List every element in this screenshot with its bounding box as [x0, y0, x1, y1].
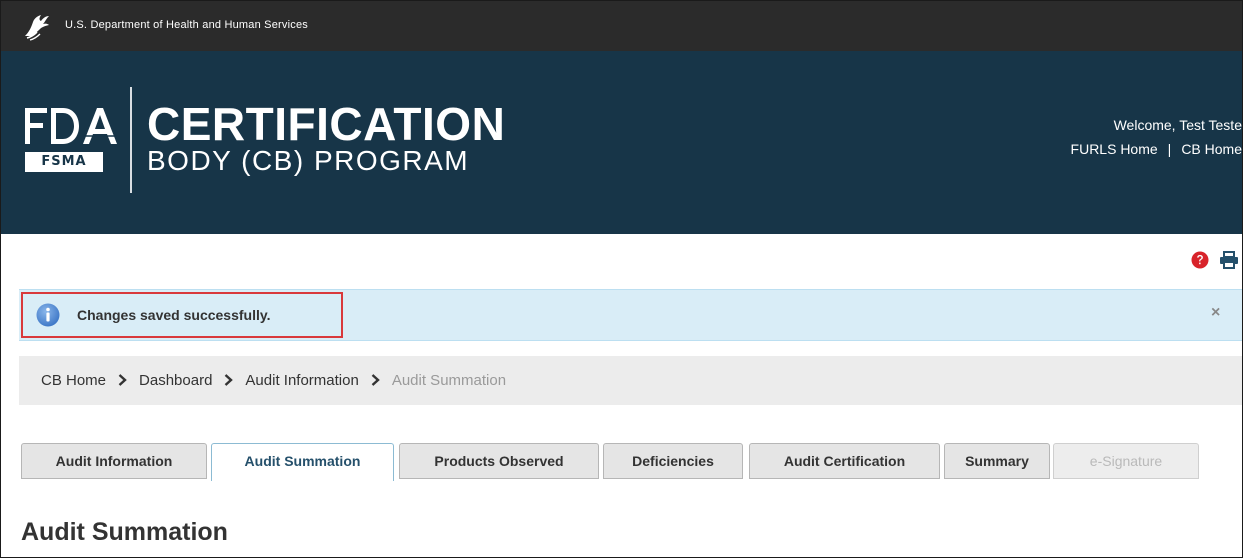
tab-audit-summation[interactable]: Audit Summation: [211, 443, 394, 481]
tab-products-observed[interactable]: Products Observed: [399, 443, 599, 479]
close-icon[interactable]: ×: [1211, 304, 1220, 322]
alert-message: Changes saved successfully.: [77, 307, 271, 323]
link-separator: |: [1167, 141, 1172, 157]
page-title: Audit Summation: [21, 518, 228, 546]
app-window: U.S. Department of Health and Human Serv…: [0, 0, 1243, 558]
breadcrumb-dashboard[interactable]: Dashboard: [139, 372, 212, 389]
hhs-title[interactable]: U.S. Department of Health and Human Serv…: [65, 19, 308, 31]
program-subtitle: BODY (CB) PROGRAM: [147, 145, 470, 176]
header-links: FURLS Home | CB Home: [1071, 141, 1242, 157]
fsma-badge: FSMA: [25, 152, 103, 172]
breadcrumb-audit-summation: Audit Summation: [391, 372, 507, 389]
fda-logo-icon: [25, 108, 117, 144]
fda-logo[interactable]: FSMA: [23, 106, 119, 176]
hhs-top-bar: U.S. Department of Health and Human Serv…: [1, 1, 1242, 51]
cb-home-link[interactable]: CB Home: [1181, 141, 1242, 157]
print-icon[interactable]: [1219, 251, 1239, 269]
furls-home-link[interactable]: FURLS Home: [1071, 141, 1158, 157]
chevron-right-icon: [225, 374, 234, 386]
breadcrumb-list: CB Home Dashboard Audit Information Audit S…: [41, 356, 506, 405]
chevron-right-icon: [371, 374, 380, 386]
info-icon: [36, 303, 60, 327]
tab-audit-certification[interactable]: Audit Certification: [749, 443, 940, 479]
hhs-eagle-icon[interactable]: [21, 10, 53, 42]
welcome-message: Welcome, Test Teste: [1113, 117, 1242, 133]
breadcrumb-audit-information[interactable]: Audit Information: [245, 372, 358, 389]
chevron-right-icon: [118, 374, 127, 386]
tab-e-signature: e-Signature: [1053, 443, 1199, 479]
program-header: FSMA CERTIFICATION BODY (CB) PROGRAM Wel…: [1, 51, 1242, 234]
help-icon[interactable]: [1191, 251, 1209, 269]
breadcrumb: CB Home Dashboard Audit Information Audit S…: [19, 356, 1242, 405]
success-alert: Changes saved successfully. ×: [19, 289, 1242, 341]
breadcrumb-cb-home[interactable]: CB Home: [41, 372, 106, 389]
header-divider: [130, 87, 132, 193]
tab-audit-information[interactable]: Audit Information: [21, 443, 207, 479]
tab-summary[interactable]: Summary: [944, 443, 1050, 479]
tab-deficiencies[interactable]: Deficiencies: [603, 443, 743, 479]
program-title: CERTIFICATION: [147, 98, 506, 150]
tab-bar: Audit Information Audit Summation Produc…: [21, 443, 1221, 481]
